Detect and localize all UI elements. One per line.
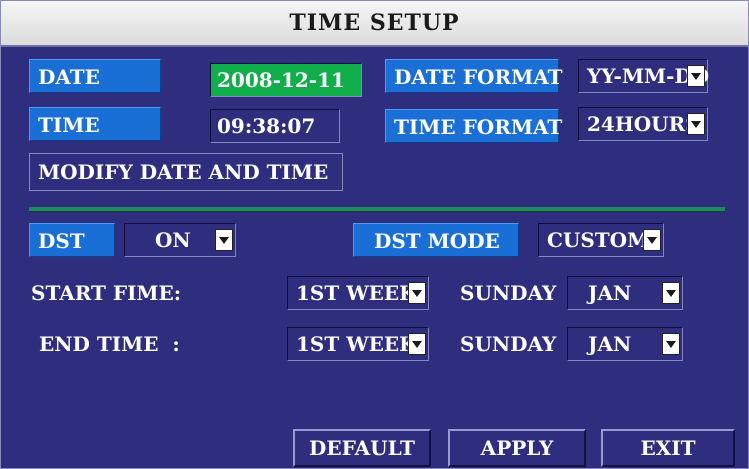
exit-button[interactable]: EXIT — [601, 429, 735, 467]
end-week-select[interactable]: 1ST WEEK — [287, 327, 429, 361]
chevron-down-icon[interactable] — [643, 229, 661, 251]
dst-mode-select[interactable]: CUSTOM — [538, 223, 664, 257]
dst-mode-value: CUSTOM — [547, 228, 650, 252]
time-format-select[interactable]: 24HOURS — [578, 107, 708, 141]
time-format-label: TIME FORMAT — [385, 109, 562, 143]
end-week-value: 1ST WEEK — [296, 332, 417, 356]
chevron-down-icon[interactable] — [408, 282, 426, 304]
start-day-label: SUNDAY — [460, 281, 557, 305]
dst-label: DST — [29, 223, 115, 257]
start-month-value: JAN — [588, 281, 632, 305]
default-button[interactable]: DEFAULT — [293, 429, 431, 467]
chevron-down-icon[interactable] — [408, 333, 426, 355]
end-time-label: END TIME : — [39, 332, 180, 356]
time-setup-window: TIME SETUP DATE 2008-12-11 DATE FORMAT Y… — [0, 0, 749, 469]
date-format-label: DATE FORMAT — [385, 59, 563, 93]
window-title: TIME SETUP — [1, 1, 748, 47]
chevron-down-icon[interactable] — [215, 229, 233, 251]
section-divider — [29, 207, 725, 212]
start-week-value: 1ST WEEK — [296, 281, 417, 305]
modify-date-time-button[interactable]: MODIFY DATE AND TIME — [29, 153, 343, 191]
chevron-down-icon[interactable] — [687, 113, 705, 135]
start-month-select[interactable]: JAN — [567, 276, 683, 310]
dst-value: ON — [155, 228, 191, 252]
start-week-select[interactable]: 1ST WEEK — [287, 276, 429, 310]
date-label: DATE — [29, 59, 161, 93]
apply-button[interactable]: APPLY — [448, 429, 586, 467]
dst-mode-label: DST MODE — [353, 223, 519, 257]
end-day-label: SUNDAY — [460, 332, 557, 356]
date-format-select[interactable]: YY-MM-DD — [578, 59, 709, 93]
time-label: TIME — [29, 107, 161, 141]
chevron-down-icon[interactable] — [662, 333, 680, 355]
dst-select[interactable]: ON — [124, 223, 236, 257]
time-format-value: 24HOURS — [587, 112, 700, 136]
date-field[interactable]: 2008-12-11 — [210, 63, 362, 97]
chevron-down-icon[interactable] — [687, 65, 705, 87]
time-field[interactable]: 09:38:07 — [210, 109, 340, 143]
end-month-value: JAN — [588, 332, 632, 356]
start-time-label: START FIME: — [31, 281, 182, 305]
chevron-down-icon[interactable] — [662, 282, 680, 304]
end-month-select[interactable]: JAN — [567, 327, 683, 361]
